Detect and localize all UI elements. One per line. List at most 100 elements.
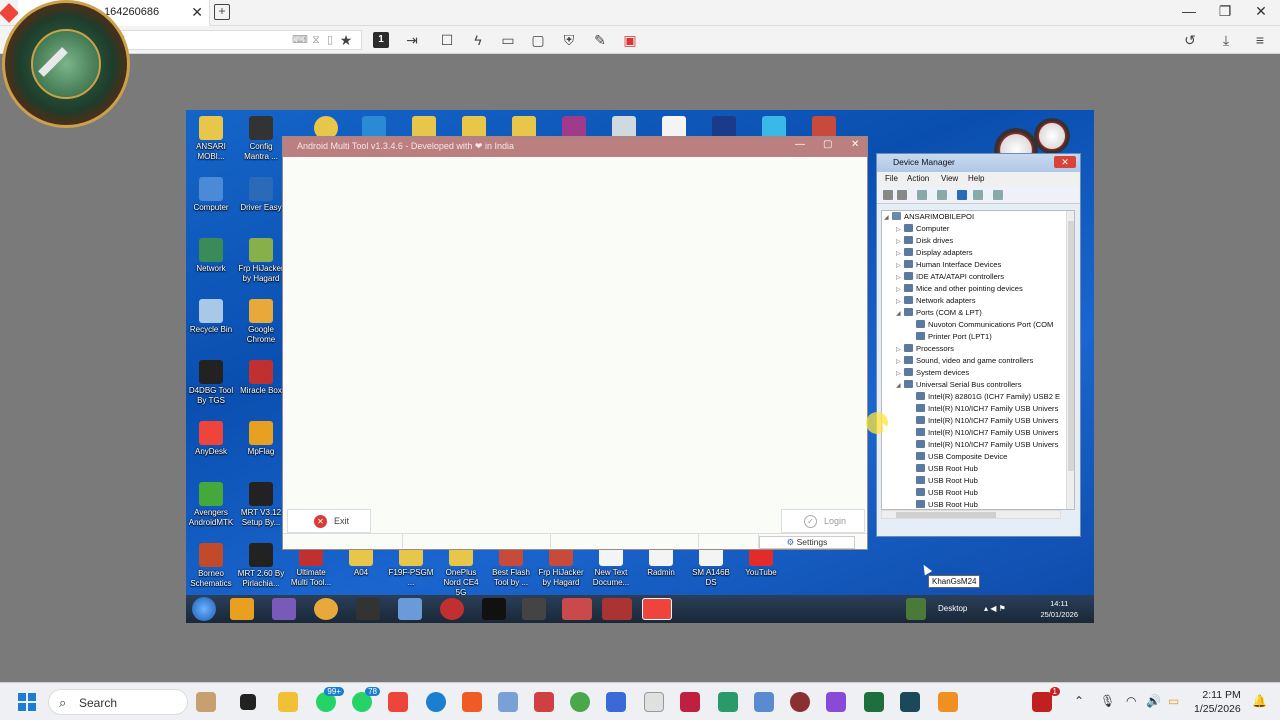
tree-item[interactable]: Intel(R) N10/ICH7 Family USB Univers [908,403,1058,415]
desktop-icon[interactable]: Config Mantra ... [237,116,285,162]
exit-button[interactable]: ✕ Exit [287,509,371,533]
login-button[interactable]: ✓ Login [781,509,865,533]
remote-clock[interactable]: 14:11 25/01/2026 [1040,598,1078,620]
tree-item[interactable]: ▷ Network adapters [896,295,976,307]
app-icon[interactable] [718,692,738,712]
devmgr-titlebar[interactable]: Device Manager ✕ [877,154,1080,172]
star-icon[interactable]: ★ [336,30,356,50]
desktop-icon[interactable]: MpFlag [237,421,285,457]
taskbar-app-icon[interactable] [562,598,592,620]
tree-item[interactable]: Printer Port (LPT1) [908,331,992,343]
tree-view-icon[interactable] [917,190,927,200]
tree-item[interactable]: ▷ Processors [896,343,954,355]
tree-item[interactable]: Intel(R) N10/ICH7 Family USB Univers [908,427,1058,439]
desktop-icon[interactable]: Recycle Bin [187,299,235,335]
maximize-button[interactable]: ❐ [1210,3,1240,20]
desktop-icon[interactable]: Miracle Box [237,360,285,396]
app-icon[interactable] [938,692,958,712]
file-explorer-icon[interactable] [278,692,298,712]
tree-item[interactable]: Intel(R) 82801G (ICH7 Family) USB2 E [908,391,1060,403]
tree-item[interactable]: ▷ Display adapters [896,247,973,259]
task-view-icon[interactable] [240,694,256,710]
tree-item[interactable]: USB Root Hub [908,499,978,509]
tree-item[interactable]: Intel(R) N10/ICH7 Family USB Univers [908,415,1058,427]
desktop-icon[interactable]: MRT V3.12 Setup By... [237,482,285,528]
tree-expander-icon[interactable]: ◢ [896,380,904,392]
settings-button[interactable]: ⚙ Settings [759,536,855,549]
desktop-toolbar-label[interactable]: Desktop [938,604,967,613]
menu-view[interactable]: View [941,174,958,183]
display-icon[interactable]: ▢ [528,30,548,50]
taskbar-app-icon[interactable] [602,598,632,620]
update-driver-icon[interactable] [973,190,983,200]
remote-start-button[interactable] [192,597,216,621]
tree-item[interactable]: Intel(R) N10/ICH7 Family USB Univers [908,439,1058,451]
notification-app-icon[interactable]: 1 [1032,687,1060,712]
scan-hardware-icon[interactable] [993,190,1003,200]
properties-icon[interactable] [937,190,947,200]
tree-horizontal-scrollbar[interactable] [881,510,1061,519]
taskbar-anydesk-icon[interactable] [642,598,672,620]
desktop-icon[interactable]: MRT 2.60 By Pirlachia... [237,543,285,589]
taskbar-app-icon[interactable] [482,598,506,620]
app-icon[interactable] [864,692,884,712]
menu-file[interactable]: File [885,174,898,183]
notification-center-icon[interactable]: 🔔 [1252,694,1267,708]
app-icon[interactable] [606,692,626,712]
tree-item[interactable]: ▷ Mice and other pointing devices [896,283,1023,295]
desktop-icon[interactable]: Computer [187,177,235,213]
app-icon[interactable] [644,692,664,712]
record-icon[interactable]: ▣ [620,30,640,50]
help-icon[interactable] [957,190,967,200]
taskbar-search-icon[interactable] [230,598,254,620]
desktop-icon[interactable]: Frp HiJacker by Hagard [237,238,285,284]
keyboard-input-icon[interactable]: ▭ [498,30,518,50]
amt-maximize-button[interactable]: ▢ [823,139,832,150]
desktop-icon[interactable]: ANSARI MOBI... [187,116,235,162]
app-icon[interactable] [900,692,920,712]
tree-item[interactable]: USB Composite Device [908,451,1007,463]
tree-item[interactable]: ▷ System devices [896,367,969,379]
microphone-icon[interactable]: 🎙 [1100,694,1115,708]
app-icon[interactable] [790,692,810,712]
notepad-icon[interactable] [754,692,774,712]
desktop-icon[interactable]: Network [187,238,235,274]
tree-item[interactable]: ◢ Universal Serial Bus controllers [896,379,1022,391]
taskbar-chrome-icon[interactable] [314,598,338,620]
tree-item[interactable]: ▷ IDE ATA/ATAPI controllers [896,271,1004,283]
amt-minimize-button[interactable]: — [795,139,805,150]
app-icon[interactable] [680,692,700,712]
permissions-shield-icon[interactable]: ⛨ [559,30,579,50]
device-tree[interactable]: ◢ ANSARIMOBILEPOI ▷ Computer ▷ Disk drives ▷ D… [881,210,1075,510]
new-tab-icon[interactable]: + [214,4,230,20]
monitor-select-button[interactable]: 1 [373,32,389,48]
volume-icon[interactable]: 🔊 [1146,694,1161,708]
tray-app-icon[interactable] [906,598,926,620]
taskbar-app-icon[interactable] [522,598,546,620]
show-hidden-icons-icon[interactable]: ⌃ [1074,694,1084,708]
back-icon[interactable] [883,190,893,200]
app-icon[interactable] [570,692,590,712]
tray-volume-icon[interactable]: ▴ ◀ ⚑ [984,604,1006,613]
desktop-icon[interactable]: D4DBG Tool By TGS [187,360,235,406]
forward-icon[interactable] [897,190,907,200]
draw-pen-icon[interactable]: ✎ [590,30,610,50]
desktop-icon[interactable]: Driver Easy [237,177,285,213]
menu-help[interactable]: Help [968,174,984,183]
remote-desktop[interactable]: ANSARI MOBI... Config Mantra ... Computer D… [186,110,1094,623]
tree-item[interactable]: ◢ Ports (COM & LPT) [896,307,982,319]
tree-item[interactable]: ▷ Human Interface Devices [896,259,1001,271]
tree-item[interactable]: ▷ Disk drives [896,235,953,247]
amt-titlebar[interactable]: Android Multi Tool v1.3.4.6 - Developed … [283,137,867,157]
taskbar-search-box[interactable]: ⌕ Search [48,689,188,715]
history-icon[interactable]: ↺ [1180,30,1200,50]
tree-item[interactable]: USB Root Hub [908,487,978,499]
tree-item[interactable]: ▷ Computer [896,223,949,235]
tree-expander-icon[interactable]: ◢ [896,308,904,320]
tree-item[interactable]: ▷ Sound, video and game controllers [896,355,1033,367]
brave-icon[interactable] [462,692,482,712]
host-clock[interactable]: 2:11 PM 1/25/2026 [1194,688,1241,716]
chat-icon[interactable]: ☐ [437,30,457,50]
file-transfer-icon[interactable]: ⇥ [402,30,422,50]
minimize-button[interactable]: — [1174,3,1204,19]
